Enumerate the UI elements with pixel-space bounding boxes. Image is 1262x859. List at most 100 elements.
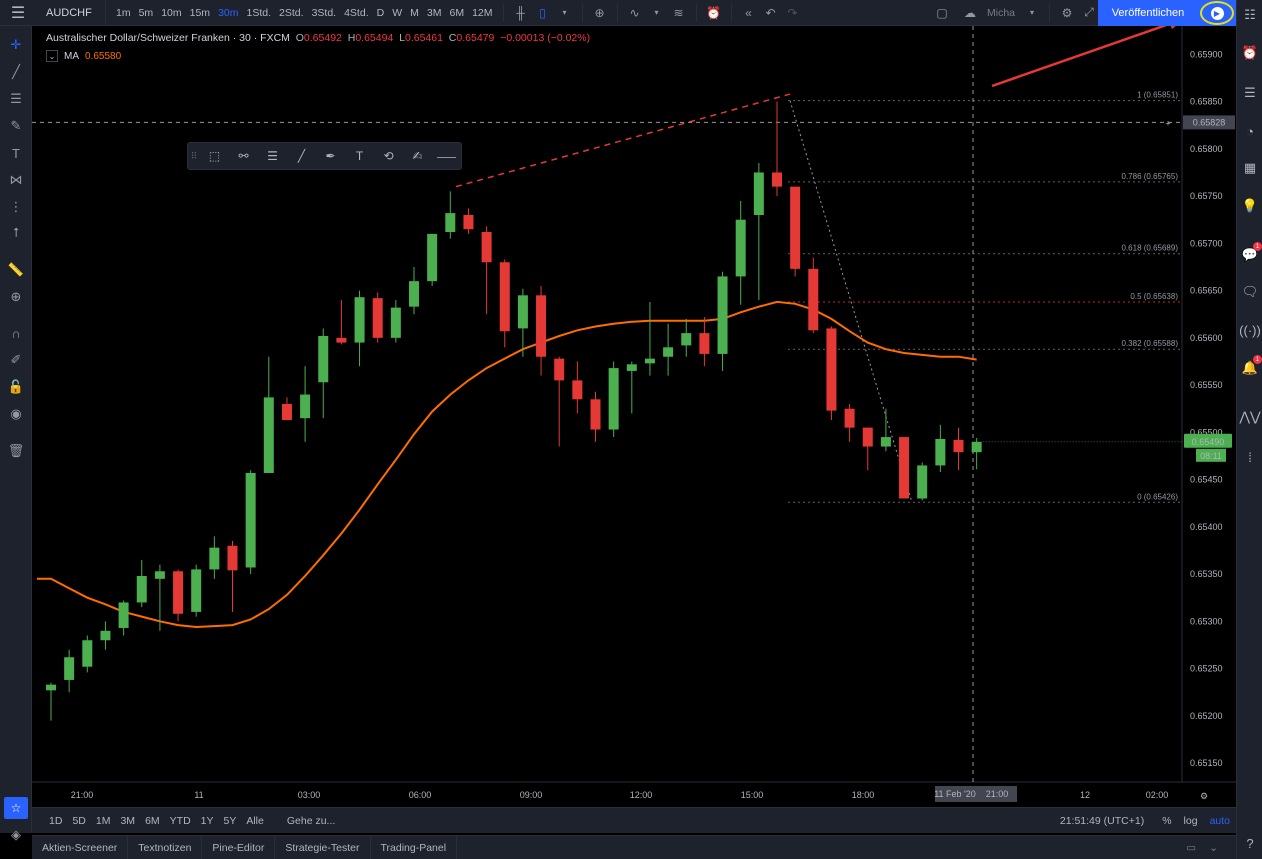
candle-body xyxy=(626,364,637,371)
text-icon[interactable]: T xyxy=(345,143,374,169)
panel-tab-1[interactable]: Textnotizen xyxy=(128,835,203,859)
cloud-icon[interactable]: ☁ xyxy=(959,0,981,26)
interval-3m[interactable]: 3M xyxy=(423,7,446,19)
ruler-icon[interactable]: 📏 xyxy=(4,259,28,281)
bell-icon[interactable]: 🔔 1 xyxy=(1239,355,1262,379)
layout-name[interactable]: Micha xyxy=(981,7,1021,19)
interval-12m[interactable]: 12M xyxy=(468,7,496,19)
interval-5m[interactable]: 5m xyxy=(135,7,158,19)
range-6m[interactable]: 6M xyxy=(140,815,165,827)
interval-3std[interactable]: 3Std. xyxy=(308,7,341,19)
rectangle-select-icon[interactable]: ⬚ xyxy=(200,143,229,169)
interval-1m[interactable]: 1m xyxy=(112,7,135,19)
percent-toggle[interactable]: % xyxy=(1156,815,1177,827)
log-toggle[interactable]: log xyxy=(1178,815,1204,827)
line-icon[interactable]: ╱ xyxy=(287,143,316,169)
pen-icon[interactable]: ✒ xyxy=(316,143,345,169)
interval-10m[interactable]: 10m xyxy=(157,7,185,19)
text-icon[interactable]: T xyxy=(4,142,28,164)
interval-4std[interactable]: 4Std. xyxy=(340,7,373,19)
eye-icon[interactable]: ◉ xyxy=(4,403,28,425)
chevron-down-icon[interactable]: ▾ xyxy=(554,0,576,26)
gear-icon[interactable]: ⚙ xyxy=(1056,0,1078,26)
range-3m[interactable]: 3M xyxy=(115,815,140,827)
chevron-down-icon[interactable]: ▾ xyxy=(646,0,668,26)
interval-m[interactable]: M xyxy=(406,7,423,19)
lightbulb-icon[interactable]: 💡 xyxy=(1239,195,1261,217)
calendar-icon[interactable]: ▦ xyxy=(1239,157,1261,179)
fullscreen-box-icon[interactable]: ▢ xyxy=(931,0,953,26)
panel-tab-2[interactable]: Pine-Editor xyxy=(202,835,276,859)
list-icon[interactable]: ☰ xyxy=(1239,82,1261,104)
compare-icon[interactable]: ≋ xyxy=(668,0,690,26)
star-icon[interactable]: ☆ xyxy=(4,797,28,819)
replay-button[interactable]: ▶ xyxy=(1198,0,1236,26)
chat-icon[interactable]: 💬 1 xyxy=(1239,242,1262,266)
dots-icon[interactable]: ⁞ xyxy=(1239,446,1261,468)
trend-line-icon[interactable]: ╱ xyxy=(4,61,28,83)
help-icon[interactable]: ? xyxy=(1239,832,1261,854)
interval-2std[interactable]: 2Std. xyxy=(275,7,308,19)
bar-style-icon[interactable]: ╫ xyxy=(510,0,532,26)
candle xyxy=(608,361,619,438)
alert-icon[interactable]: ⏰ xyxy=(703,0,725,26)
interval-30m[interactable]: 30m xyxy=(214,7,242,19)
redo-icon[interactable]: ↷ xyxy=(782,0,804,26)
line-style-icon[interactable]: ⸺ xyxy=(432,143,461,169)
symbol-search-button[interactable]: AUDCHF xyxy=(36,0,106,26)
interval-15m[interactable]: 15m xyxy=(186,7,214,19)
range-1d[interactable]: 1D xyxy=(44,815,67,827)
trash-icon[interactable]: 🗑 xyxy=(4,440,28,462)
collapse-icon[interactable]: ⌄ xyxy=(46,50,58,62)
brush-icon[interactable]: ✍ xyxy=(403,143,432,169)
horizontal-lines-icon[interactable]: ☰ xyxy=(4,88,28,110)
range-5y[interactable]: 5Y xyxy=(219,815,242,827)
candle-style-icon[interactable]: ▯ xyxy=(532,0,554,26)
interval-6m[interactable]: 6M xyxy=(445,7,468,19)
watchlist-icon[interactable]: ☷ xyxy=(1239,4,1261,26)
zoom-in-icon[interactable]: ⊕ xyxy=(4,286,28,308)
range-5d[interactable]: 5D xyxy=(67,815,90,827)
comment-icon[interactable]: ⟲ xyxy=(374,143,403,169)
goto-button[interactable]: Gehe zu... xyxy=(287,815,335,827)
replay-rewind-icon[interactable]: « xyxy=(738,0,760,26)
auto-toggle[interactable]: auto xyxy=(1204,815,1236,827)
range-1y[interactable]: 1Y xyxy=(196,815,219,827)
brush-icon[interactable]: ✎ xyxy=(4,115,28,137)
interval-d[interactable]: D xyxy=(373,7,389,19)
expand-icon[interactable]: ⤢ xyxy=(1078,0,1100,26)
lines-icon[interactable]: ☰ xyxy=(258,143,287,169)
interval-w[interactable]: W xyxy=(388,7,406,19)
pencil-lock-icon[interactable]: ✐ xyxy=(4,349,28,371)
fib-icon[interactable]: ⋮ xyxy=(4,196,28,218)
indicators-icon[interactable]: ∿ xyxy=(624,0,646,26)
range-ytd[interactable]: YTD xyxy=(165,815,196,827)
crosshair-icon[interactable]: ✛ xyxy=(4,34,28,56)
panel-tab-4[interactable]: Trading-Panel xyxy=(371,835,458,859)
menu-icon[interactable]: ☰ xyxy=(0,0,36,26)
undo-icon[interactable]: ↶ xyxy=(760,0,782,26)
link-icon[interactable]: ⚯ xyxy=(229,143,258,169)
time-tick-label: 09:00 xyxy=(520,790,543,800)
publish-button[interactable]: Veröffentlichen xyxy=(1098,0,1198,26)
alarm-clock-icon[interactable]: ⏰ xyxy=(1239,42,1261,64)
candle-body xyxy=(590,399,601,430)
chat-bubble-icon[interactable]: 🗨 xyxy=(1239,281,1261,303)
interval-1std[interactable]: 1Std. xyxy=(243,7,276,19)
panel-tab-0[interactable]: Aktien-Screener xyxy=(32,835,129,859)
arrow-up-icon[interactable]: ⭡ xyxy=(4,222,28,244)
drag-handle-icon[interactable]: ⠿ xyxy=(188,151,200,162)
pie-icon[interactable]: ◔ xyxy=(1239,120,1261,142)
wave-icon[interactable]: ⋀⋁ xyxy=(1239,406,1261,428)
add-indicator-icon[interactable]: ⊕ xyxy=(589,0,611,26)
layers-icon[interactable]: ◈ xyxy=(4,824,28,846)
panel-tab-3[interactable]: Strategie-Tester xyxy=(275,835,371,859)
range-1m[interactable]: 1M xyxy=(91,815,116,827)
signal-icon[interactable]: ((·)) xyxy=(1239,319,1261,341)
pattern-icon[interactable]: ⋈ xyxy=(4,169,28,191)
chevron-down-icon[interactable]: ▾ xyxy=(1021,0,1043,26)
magnet-icon[interactable]: ∩ xyxy=(4,322,28,344)
range-alle[interactable]: Alle xyxy=(241,815,269,827)
chevron-down-icon[interactable]: ⌄ xyxy=(1199,836,1228,859)
lock-icon[interactable]: 🔓 xyxy=(4,376,28,398)
